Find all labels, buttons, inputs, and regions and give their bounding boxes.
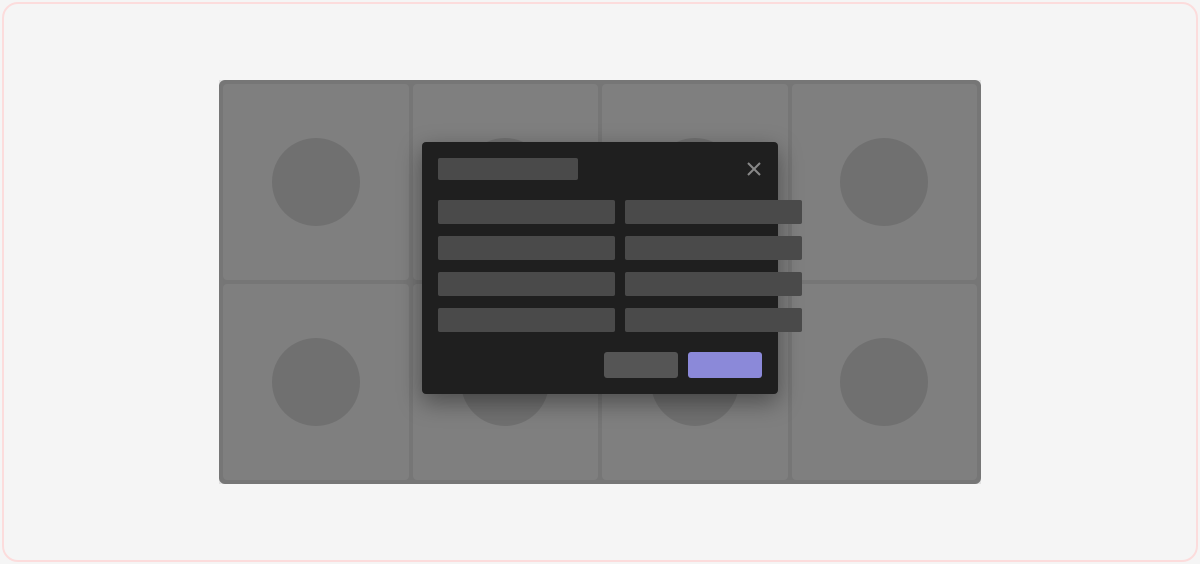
form-field[interactable] — [438, 308, 615, 332]
app-canvas — [219, 80, 981, 484]
form-field[interactable] — [438, 200, 615, 224]
form-field[interactable] — [625, 200, 802, 224]
form-field[interactable] — [438, 272, 615, 296]
form-field[interactable] — [625, 272, 802, 296]
modal-body — [438, 200, 762, 332]
form-field[interactable] — [625, 236, 802, 260]
confirm-button[interactable] — [688, 352, 762, 378]
modal-title — [438, 158, 578, 180]
close-icon[interactable] — [746, 161, 762, 177]
modal-header — [438, 158, 762, 180]
modal-footer — [438, 352, 762, 378]
form-field[interactable] — [438, 236, 615, 260]
form-field[interactable] — [625, 308, 802, 332]
outer-frame — [2, 2, 1198, 562]
modal-dialog — [422, 142, 778, 394]
cancel-button[interactable] — [604, 352, 678, 378]
modal-overlay[interactable] — [219, 80, 981, 484]
